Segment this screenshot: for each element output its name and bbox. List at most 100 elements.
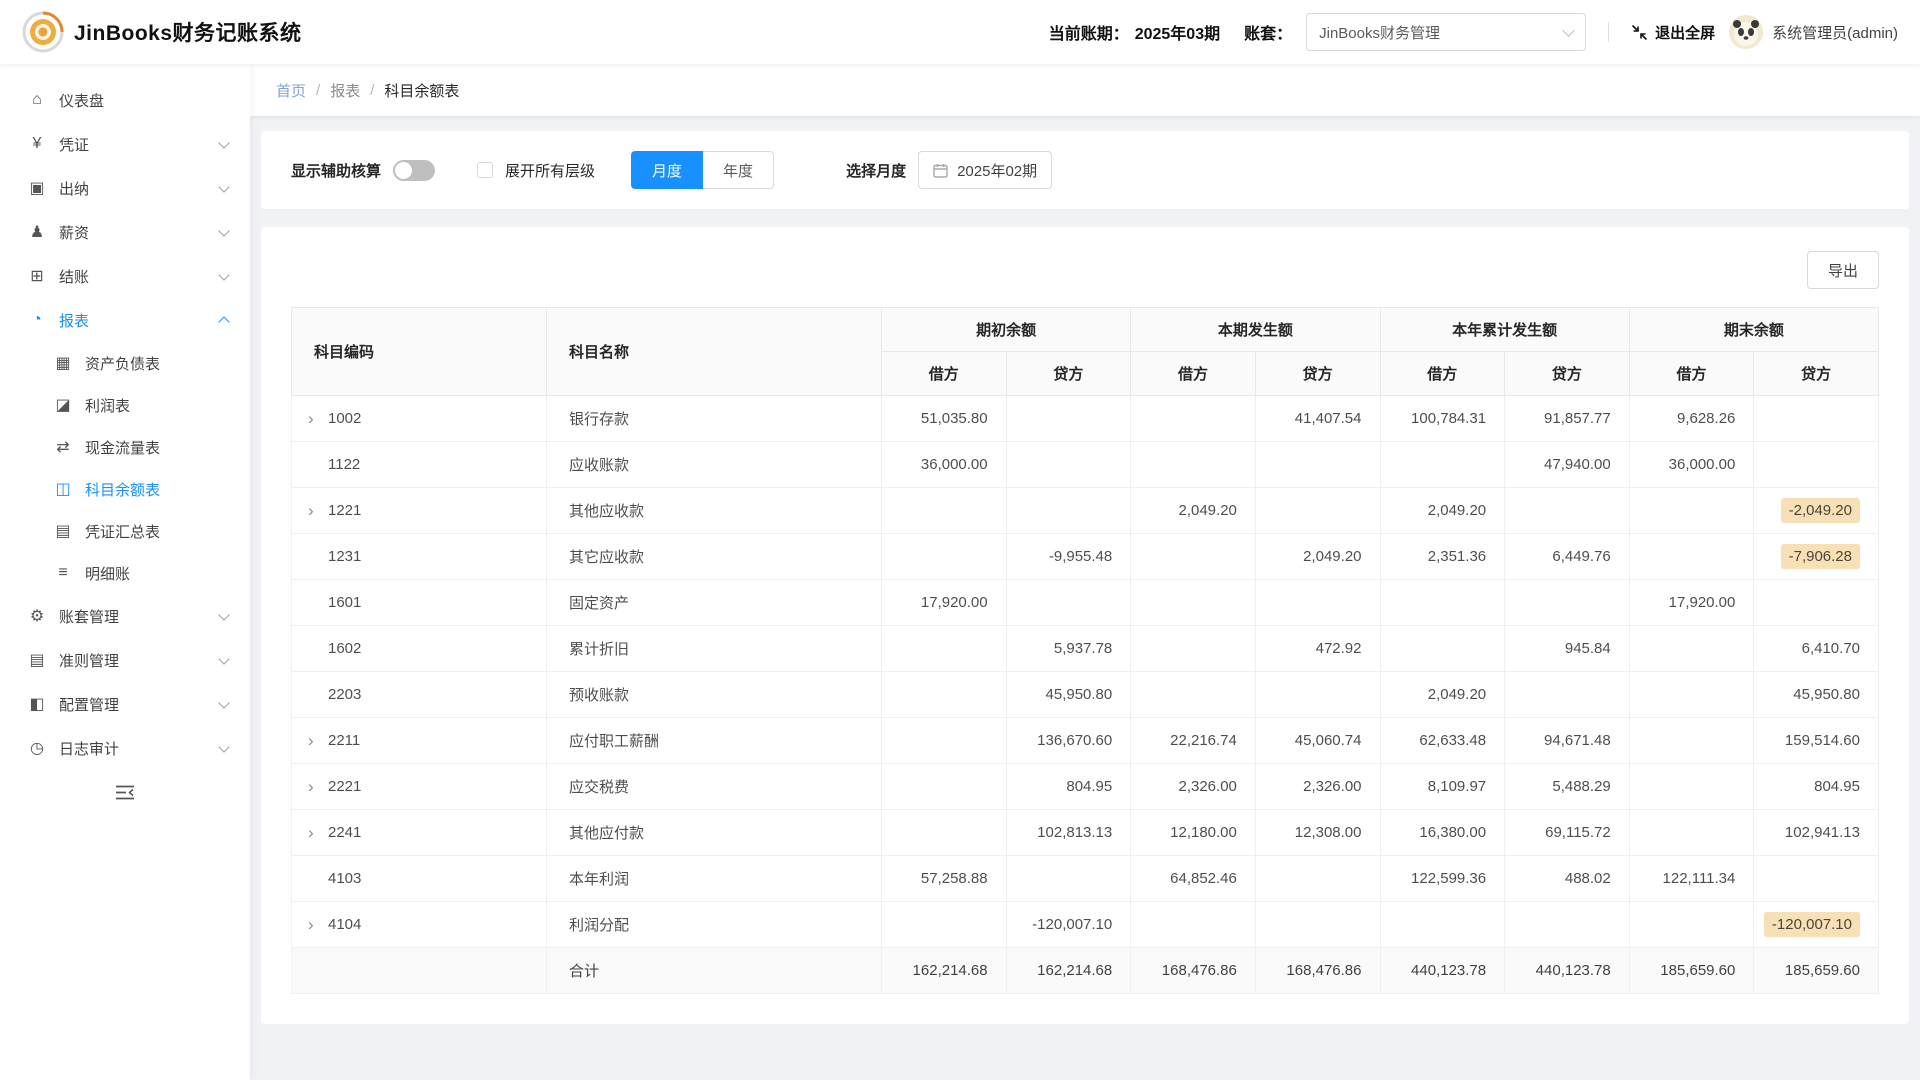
- expand-row-icon[interactable]: ›: [308, 731, 328, 751]
- col-group-ending-balance: 期末余额: [1629, 308, 1878, 352]
- amount-cell: 45,060.74: [1255, 718, 1380, 764]
- sidebar-subitem-income-statement[interactable]: ◪利润表: [0, 384, 250, 426]
- collapse-sidebar-button[interactable]: [0, 784, 250, 801]
- sidebar-subitem-account-balance[interactable]: ◫科目余额表: [0, 468, 250, 510]
- filter-bar: 显示辅助核算 展开所有层级 月度 年度 选择月度: [261, 131, 1909, 209]
- account-balance-table: 科目编码 科目名称 期初余额 本期发生额 本年累计发生额 期末余额 借方 贷方 …: [291, 307, 1879, 994]
- amount-cell: 9,628.26: [1629, 396, 1754, 442]
- amount-value: 2,351.36: [1428, 548, 1486, 565]
- amount-cell: [1629, 672, 1754, 718]
- sidebar-item-cashier[interactable]: ▣ 出纳: [0, 166, 250, 210]
- tab-yearly[interactable]: 年度: [702, 151, 774, 189]
- menu-item-label: 报表: [59, 310, 89, 331]
- menu-item-label: 准则管理: [59, 650, 119, 671]
- breadcrumb-current: 科目余额表: [384, 80, 459, 101]
- cashier-icon: ▣: [26, 178, 48, 198]
- amount-value: 804.95: [1066, 778, 1112, 795]
- user-avatar: [1729, 15, 1763, 49]
- page-content: 显示辅助核算 展开所有层级 月度 年度 选择月度: [250, 116, 1920, 1080]
- chevron-down-icon: [218, 181, 229, 192]
- amount-cell: [1380, 902, 1505, 948]
- aux-toggle-switch[interactable]: [393, 160, 435, 181]
- menu-item-label: 薪资: [59, 222, 89, 243]
- amount-cell: [1629, 902, 1754, 948]
- log-audit-icon: ◷: [26, 738, 48, 758]
- account-code: 2241: [328, 824, 361, 841]
- voucher-summary-icon: ▤: [52, 521, 74, 541]
- user-menu[interactable]: 系统管理员(admin): [1729, 15, 1898, 49]
- expand-row-icon[interactable]: ›: [308, 409, 328, 429]
- expand-row-icon[interactable]: ›: [308, 777, 328, 797]
- total-amount-cell: 185,659.60: [1754, 948, 1879, 994]
- expand-row-icon[interactable]: ›: [308, 823, 328, 843]
- account-code: 4104: [328, 916, 361, 933]
- month-picker-label: 选择月度: [846, 160, 906, 181]
- breadcrumb: 首页 / 报表 / 科目余额表: [250, 64, 1920, 116]
- amount-value: 102,941.13: [1785, 824, 1860, 841]
- sidebar-item-account-set-mgmt[interactable]: ⚙账套管理: [0, 594, 250, 638]
- sidebar-item-closing[interactable]: ⊞ 结账: [0, 254, 250, 298]
- amount-value: 2,049.20: [1428, 502, 1486, 519]
- breadcrumb-home-link[interactable]: 首页: [276, 80, 306, 101]
- amount-cell: 945.84: [1505, 626, 1630, 672]
- amount-cell: [1255, 672, 1380, 718]
- logo-area: JinBooks财务记账系统: [22, 11, 302, 53]
- account-code: 1122: [328, 456, 360, 473]
- account-name: 银行存款: [547, 396, 882, 442]
- expand-row-icon[interactable]: ›: [308, 915, 328, 935]
- sidebar-item-standards-mgmt[interactable]: ▤准则管理: [0, 638, 250, 682]
- amount-value: 8,109.97: [1428, 778, 1486, 795]
- account-name: 应交税费: [547, 764, 882, 810]
- exit-fullscreen-button[interactable]: 退出全屏: [1631, 22, 1715, 43]
- aux-toggle-label: 显示辅助核算: [291, 160, 381, 181]
- sidebar-item-config-mgmt[interactable]: ◧配置管理: [0, 682, 250, 726]
- amount-value: 102,813.13: [1037, 824, 1112, 841]
- total-amount-cell: 162,214.68: [882, 948, 1007, 994]
- amount-cell: [1629, 534, 1754, 580]
- sidebar-subitem-voucher-summary[interactable]: ▤凭证汇总表: [0, 510, 250, 552]
- menu-item-label: 结账: [59, 266, 89, 287]
- account-set-select[interactable]: JinBooks财务管理: [1306, 13, 1586, 51]
- amount-value: 6,449.76: [1552, 548, 1610, 565]
- amount-value: 12,180.00: [1170, 824, 1237, 841]
- amount-cell: 122,111.34: [1629, 856, 1754, 902]
- sidebar-item-voucher[interactable]: ¥ 凭证: [0, 122, 250, 166]
- account-name: 其他应付款: [547, 810, 882, 856]
- sidebar-subitem-balance-sheet[interactable]: ▦资产负债表: [0, 342, 250, 384]
- sidebar-subitem-cash-flow[interactable]: ⇄现金流量表: [0, 426, 250, 468]
- account-name: 预收账款: [547, 672, 882, 718]
- sidebar-item-dashboard[interactable]: ⌂仪表盘: [0, 78, 250, 122]
- export-button[interactable]: 导出: [1807, 251, 1879, 289]
- sidebar-item-reports[interactable]: ◔报表: [0, 298, 250, 342]
- amount-cell: 804.95: [1754, 764, 1879, 810]
- amount-cell: 17,920.00: [882, 580, 1007, 626]
- amount-cell: -120,007.10: [1754, 902, 1879, 948]
- sidebar-item-payroll[interactable]: ♟薪资: [0, 210, 250, 254]
- amount-cell: [1754, 442, 1879, 488]
- amount-cell: 62,633.48: [1380, 718, 1505, 764]
- col-header-name: 科目名称: [547, 308, 882, 396]
- breadcrumb-separator: /: [370, 82, 374, 99]
- amount-cell: 2,049.20: [1380, 488, 1505, 534]
- table-row: ›2203预收账款45,950.802,049.2045,950.80: [292, 672, 1879, 718]
- sidebar-item-log-audit[interactable]: ◷ 日志审计: [0, 726, 250, 770]
- account-code: 2203: [328, 686, 361, 703]
- menu-item-label: 凭证: [59, 134, 89, 155]
- amount-cell: [1131, 396, 1256, 442]
- amount-cell: [1754, 396, 1879, 442]
- sidebar-subitem-detail-ledger[interactable]: ≡明细账: [0, 552, 250, 594]
- config-icon: ◧: [26, 694, 48, 714]
- menu-item-label: 出纳: [59, 178, 89, 199]
- account-name: 累计折旧: [547, 626, 882, 672]
- account-balance-icon: ◫: [52, 479, 74, 499]
- voucher-icon: ¥: [26, 135, 48, 153]
- closing-icon: ⊞: [26, 266, 48, 286]
- expand-all-checkbox[interactable]: [477, 162, 493, 178]
- amount-cell: 17,920.00: [1629, 580, 1754, 626]
- month-picker[interactable]: 2025年02期: [918, 151, 1052, 189]
- tab-monthly[interactable]: 月度: [631, 151, 703, 189]
- col-group-opening-balance: 期初余额: [882, 308, 1131, 352]
- expand-row-icon[interactable]: ›: [308, 501, 328, 521]
- table-row: ›1122应收账款36,000.0047,940.0036,000.00: [292, 442, 1879, 488]
- menu-item-label: 日志审计: [59, 738, 119, 759]
